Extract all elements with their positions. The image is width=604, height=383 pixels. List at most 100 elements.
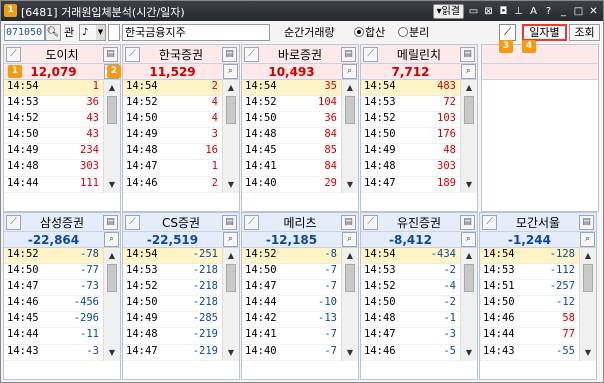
trade-time: 14:44 <box>7 328 39 341</box>
chart-button[interactable]: ⟋ <box>499 24 516 41</box>
zoom-icon[interactable]: ⌕ <box>223 232 238 247</box>
radio-sum[interactable]: 합산 <box>354 24 385 41</box>
close-icon[interactable]: ✕ <box>588 6 599 17</box>
stock-name-field[interactable]: 한국금융지주 <box>122 24 270 41</box>
trade-volume: 483 <box>437 80 456 92</box>
scroll-thumb[interactable] <box>464 264 474 292</box>
chart-icon[interactable]: ⟋ <box>6 46 21 62</box>
scroll-up-icon[interactable]: ▲ <box>344 250 356 262</box>
zoom-icon[interactable]: ⌕ <box>223 64 238 79</box>
zoom-icon[interactable]: ⌕ <box>342 64 357 79</box>
chart-icon[interactable]: ⟋ <box>6 214 21 230</box>
scroll-thumb[interactable] <box>583 264 593 292</box>
chart-icon[interactable]: ⟋ <box>363 214 378 230</box>
scroll-thumb[interactable] <box>226 96 236 124</box>
list-icon[interactable]: ▤ <box>222 46 237 62</box>
scroll-down-icon[interactable]: ▼ <box>225 347 237 359</box>
trade-volume: 36 <box>86 96 99 109</box>
monitor-icon[interactable]: ▭ <box>468 6 479 17</box>
chart-icon[interactable]: ⟋ <box>363 46 378 62</box>
trade-volume: 2 <box>211 176 218 189</box>
chart-icon[interactable]: ⟋ <box>244 46 259 62</box>
radio-off-icon <box>398 27 408 37</box>
scrollbar[interactable]: ▲ ▼ <box>341 248 358 361</box>
scroll-down-icon[interactable]: ▼ <box>106 347 118 359</box>
total-value: -8,412 <box>389 232 432 247</box>
list-icon[interactable]: ▤ <box>103 46 118 62</box>
scroll-down-icon[interactable]: ▼ <box>344 179 356 191</box>
lock-icon[interactable]: ◘ <box>498 6 509 17</box>
list-icon[interactable]: ▤ <box>103 214 118 230</box>
stock-code-input[interactable]: 071050 <box>4 24 45 41</box>
scrollbar[interactable]: ▲ ▼ <box>341 80 358 193</box>
scroll-down-icon[interactable]: ▼ <box>344 347 356 359</box>
zoom-icon[interactable]: ⌕ <box>342 232 357 247</box>
scroll-thumb[interactable] <box>107 96 117 124</box>
trade-time: 14:54 <box>364 248 396 260</box>
list-icon[interactable]: ▤ <box>222 214 237 230</box>
maximize-icon[interactable]: □ <box>573 6 584 17</box>
chart-icon[interactable]: ⟋ <box>125 214 140 230</box>
scroll-up-icon[interactable]: ▲ <box>582 250 594 262</box>
help-icon[interactable]: ? <box>543 6 554 17</box>
search-icon[interactable]: 🔍︎ <box>45 24 61 41</box>
panel-header: ⟋ 삼성증권 ▤ <box>4 213 120 231</box>
scroll-up-icon[interactable]: ▲ <box>463 82 475 94</box>
trade-time: 14:43 <box>7 344 39 357</box>
scroll-thumb[interactable] <box>464 96 474 124</box>
scroll-up-icon[interactable]: ▲ <box>225 250 237 262</box>
scroll-down-icon[interactable]: ▼ <box>225 179 237 191</box>
panel-header: ⟋ 메리츠 ▤ <box>242 213 358 231</box>
link-button[interactable]: ▾읽결 <box>432 3 464 19</box>
scroll-up-icon[interactable]: ▲ <box>463 250 475 262</box>
radio-split[interactable]: 분리 <box>398 24 429 41</box>
scrollbar[interactable]: ▲ ▼ <box>579 248 596 361</box>
zoom-icon[interactable]: ⌕ <box>104 232 119 247</box>
scrollbar[interactable]: ▲ ▼ <box>103 248 120 361</box>
scroll-up-icon[interactable]: ▲ <box>344 82 356 94</box>
scrollbar[interactable]: ▲ ▼ <box>222 248 239 361</box>
pin-icon[interactable]: ⊥ <box>513 6 524 17</box>
zoom-icon[interactable]: ⌕ <box>580 232 595 247</box>
scroll-up-icon[interactable]: ▲ <box>106 250 118 262</box>
scroll-down-icon[interactable]: ▼ <box>463 179 475 191</box>
scroll-up-icon[interactable]: ▲ <box>225 82 237 94</box>
list-icon[interactable]: ▤ <box>341 214 356 230</box>
minimize-icon[interactable]: _ <box>558 6 569 17</box>
trade-time: 14:47 <box>245 280 277 293</box>
scroll-down-icon[interactable]: ▼ <box>582 347 594 359</box>
font-icon[interactable]: A <box>528 6 539 17</box>
scroll-thumb[interactable] <box>345 264 355 292</box>
list-icon[interactable]: ▤ <box>341 46 356 62</box>
scrollbar[interactable]: ▲ ▼ <box>460 248 477 361</box>
close-box-icon[interactable]: ⊠ <box>483 6 494 17</box>
chart-icon[interactable]: ⟋ <box>125 46 140 62</box>
alert-dropdown[interactable]: ♪ ▼ <box>79 24 106 41</box>
scrollbar[interactable]: ▲ ▼ <box>222 80 239 193</box>
trade-volume: -3 <box>443 328 456 341</box>
zoom-icon[interactable]: ⌕ <box>461 232 476 247</box>
trade-volume: -251 <box>192 248 218 260</box>
broker-name: 메리츠 <box>283 215 317 230</box>
scrollbar[interactable]: ▲ ▼ <box>460 80 477 193</box>
zoom-icon[interactable]: ⌕ <box>461 64 476 79</box>
scroll-down-icon[interactable]: ▼ <box>463 347 475 359</box>
daily-button[interactable]: 일자별 <box>522 24 567 41</box>
chart-icon[interactable]: ⟋ <box>244 214 259 230</box>
trade-volume: -112 <box>549 264 575 277</box>
list-icon[interactable]: ▤ <box>579 214 594 230</box>
chart-icon[interactable]: ⟋ <box>482 214 497 230</box>
list-icon[interactable]: ▤ <box>460 46 475 62</box>
scroll-up-icon[interactable]: ▲ <box>106 82 118 94</box>
scroll-thumb[interactable] <box>226 264 236 292</box>
trade-volume: -456 <box>73 296 99 309</box>
list-icon[interactable]: ▤ <box>460 214 475 230</box>
scroll-thumb[interactable] <box>107 264 117 292</box>
scrollbar[interactable]: ▲ ▼ <box>103 80 120 193</box>
scroll-thumb[interactable] <box>345 96 355 124</box>
query-button[interactable]: 조회 <box>569 24 600 41</box>
trade-time: 14:52 <box>364 280 396 293</box>
trade-time: 14:48 <box>7 160 39 173</box>
nav-box[interactable] <box>108 24 120 41</box>
scroll-down-icon[interactable]: ▼ <box>106 179 118 191</box>
